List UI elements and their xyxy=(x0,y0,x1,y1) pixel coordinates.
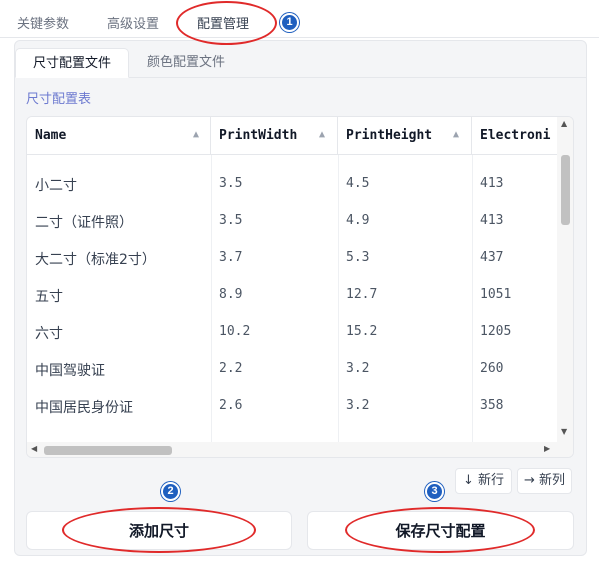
horizontal-scroll-thumb[interactable] xyxy=(44,446,172,455)
vertical-scrollbar[interactable]: ▲ ▼ xyxy=(557,117,573,442)
table-row[interactable]: 中国居民身份证 2.6 3.2 358 xyxy=(27,387,557,424)
tab-color-config-file[interactable]: 颜色配置文件 xyxy=(147,48,225,78)
sort-arrow-up-icon[interactable]: ▲ xyxy=(319,129,325,140)
step-marker-3: 3 xyxy=(425,482,444,501)
table-row[interactable]: 中国驾驶证 2.2 3.2 260 xyxy=(27,350,557,387)
vertical-scroll-thumb[interactable] xyxy=(561,155,570,225)
table-row[interactable]: 二寸（证件照） 3.5 4.9 413 xyxy=(27,202,557,239)
triangle-down-icon[interactable]: ▼ xyxy=(561,427,567,436)
table-row[interactable]: 五寸 8.9 12.7 1051 xyxy=(27,276,557,313)
tab-key-params[interactable]: 关键参数 xyxy=(17,13,69,32)
column-header-name[interactable]: Name ▲ xyxy=(27,117,211,155)
sort-arrow-up-icon[interactable]: ▲ xyxy=(453,129,459,140)
triangle-right-icon[interactable]: ▶ xyxy=(544,444,550,453)
top-tab-bar: 关键参数 高级设置 配置管理 xyxy=(0,0,599,38)
column-header-printheight[interactable]: PrintHeight ▲ xyxy=(338,117,472,155)
horizontal-scrollbar[interactable]: ◀ ▶ xyxy=(27,442,573,457)
column-header-printwidth[interactable]: PrintWidth ▲ xyxy=(211,117,338,155)
add-size-button[interactable]: 添加尺寸 xyxy=(26,511,292,550)
step-marker-2: 2 xyxy=(161,482,180,501)
triangle-up-icon[interactable]: ▲ xyxy=(561,119,567,128)
new-column-button[interactable]: → 新列 xyxy=(517,468,572,494)
table-header: Name ▲ PrintWidth ▲ PrintHeight ▲ Electr… xyxy=(27,117,557,155)
sort-arrow-up-icon[interactable]: ▲ xyxy=(193,129,199,140)
save-size-config-button[interactable]: 保存尺寸配置 xyxy=(307,511,574,550)
table-row[interactable]: 小二寸 3.5 4.5 413 xyxy=(27,165,557,202)
tab-size-config-file[interactable]: 尺寸配置文件 xyxy=(15,48,129,78)
triangle-left-icon[interactable]: ◀ xyxy=(31,444,37,453)
tab-advanced-settings[interactable]: 高级设置 xyxy=(107,13,159,32)
tab-config-management[interactable]: 配置管理 xyxy=(197,13,249,32)
table-row[interactable]: 六寸 10.2 15.2 1205 xyxy=(27,313,557,350)
new-row-button[interactable]: ↓ 新行 xyxy=(455,468,512,494)
column-header-electronic[interactable]: Electroni xyxy=(472,117,557,155)
size-config-table: Name ▲ PrintWidth ▲ PrintHeight ▲ Electr… xyxy=(26,116,574,458)
table-row[interactable]: 大二寸（标准2寸） 3.7 5.3 437 xyxy=(27,239,557,276)
step-marker-1: 1 xyxy=(280,13,299,32)
table-title: 尺寸配置表 xyxy=(26,92,92,107)
sub-tab-bar: 尺寸配置文件 颜色配置文件 xyxy=(14,48,587,78)
